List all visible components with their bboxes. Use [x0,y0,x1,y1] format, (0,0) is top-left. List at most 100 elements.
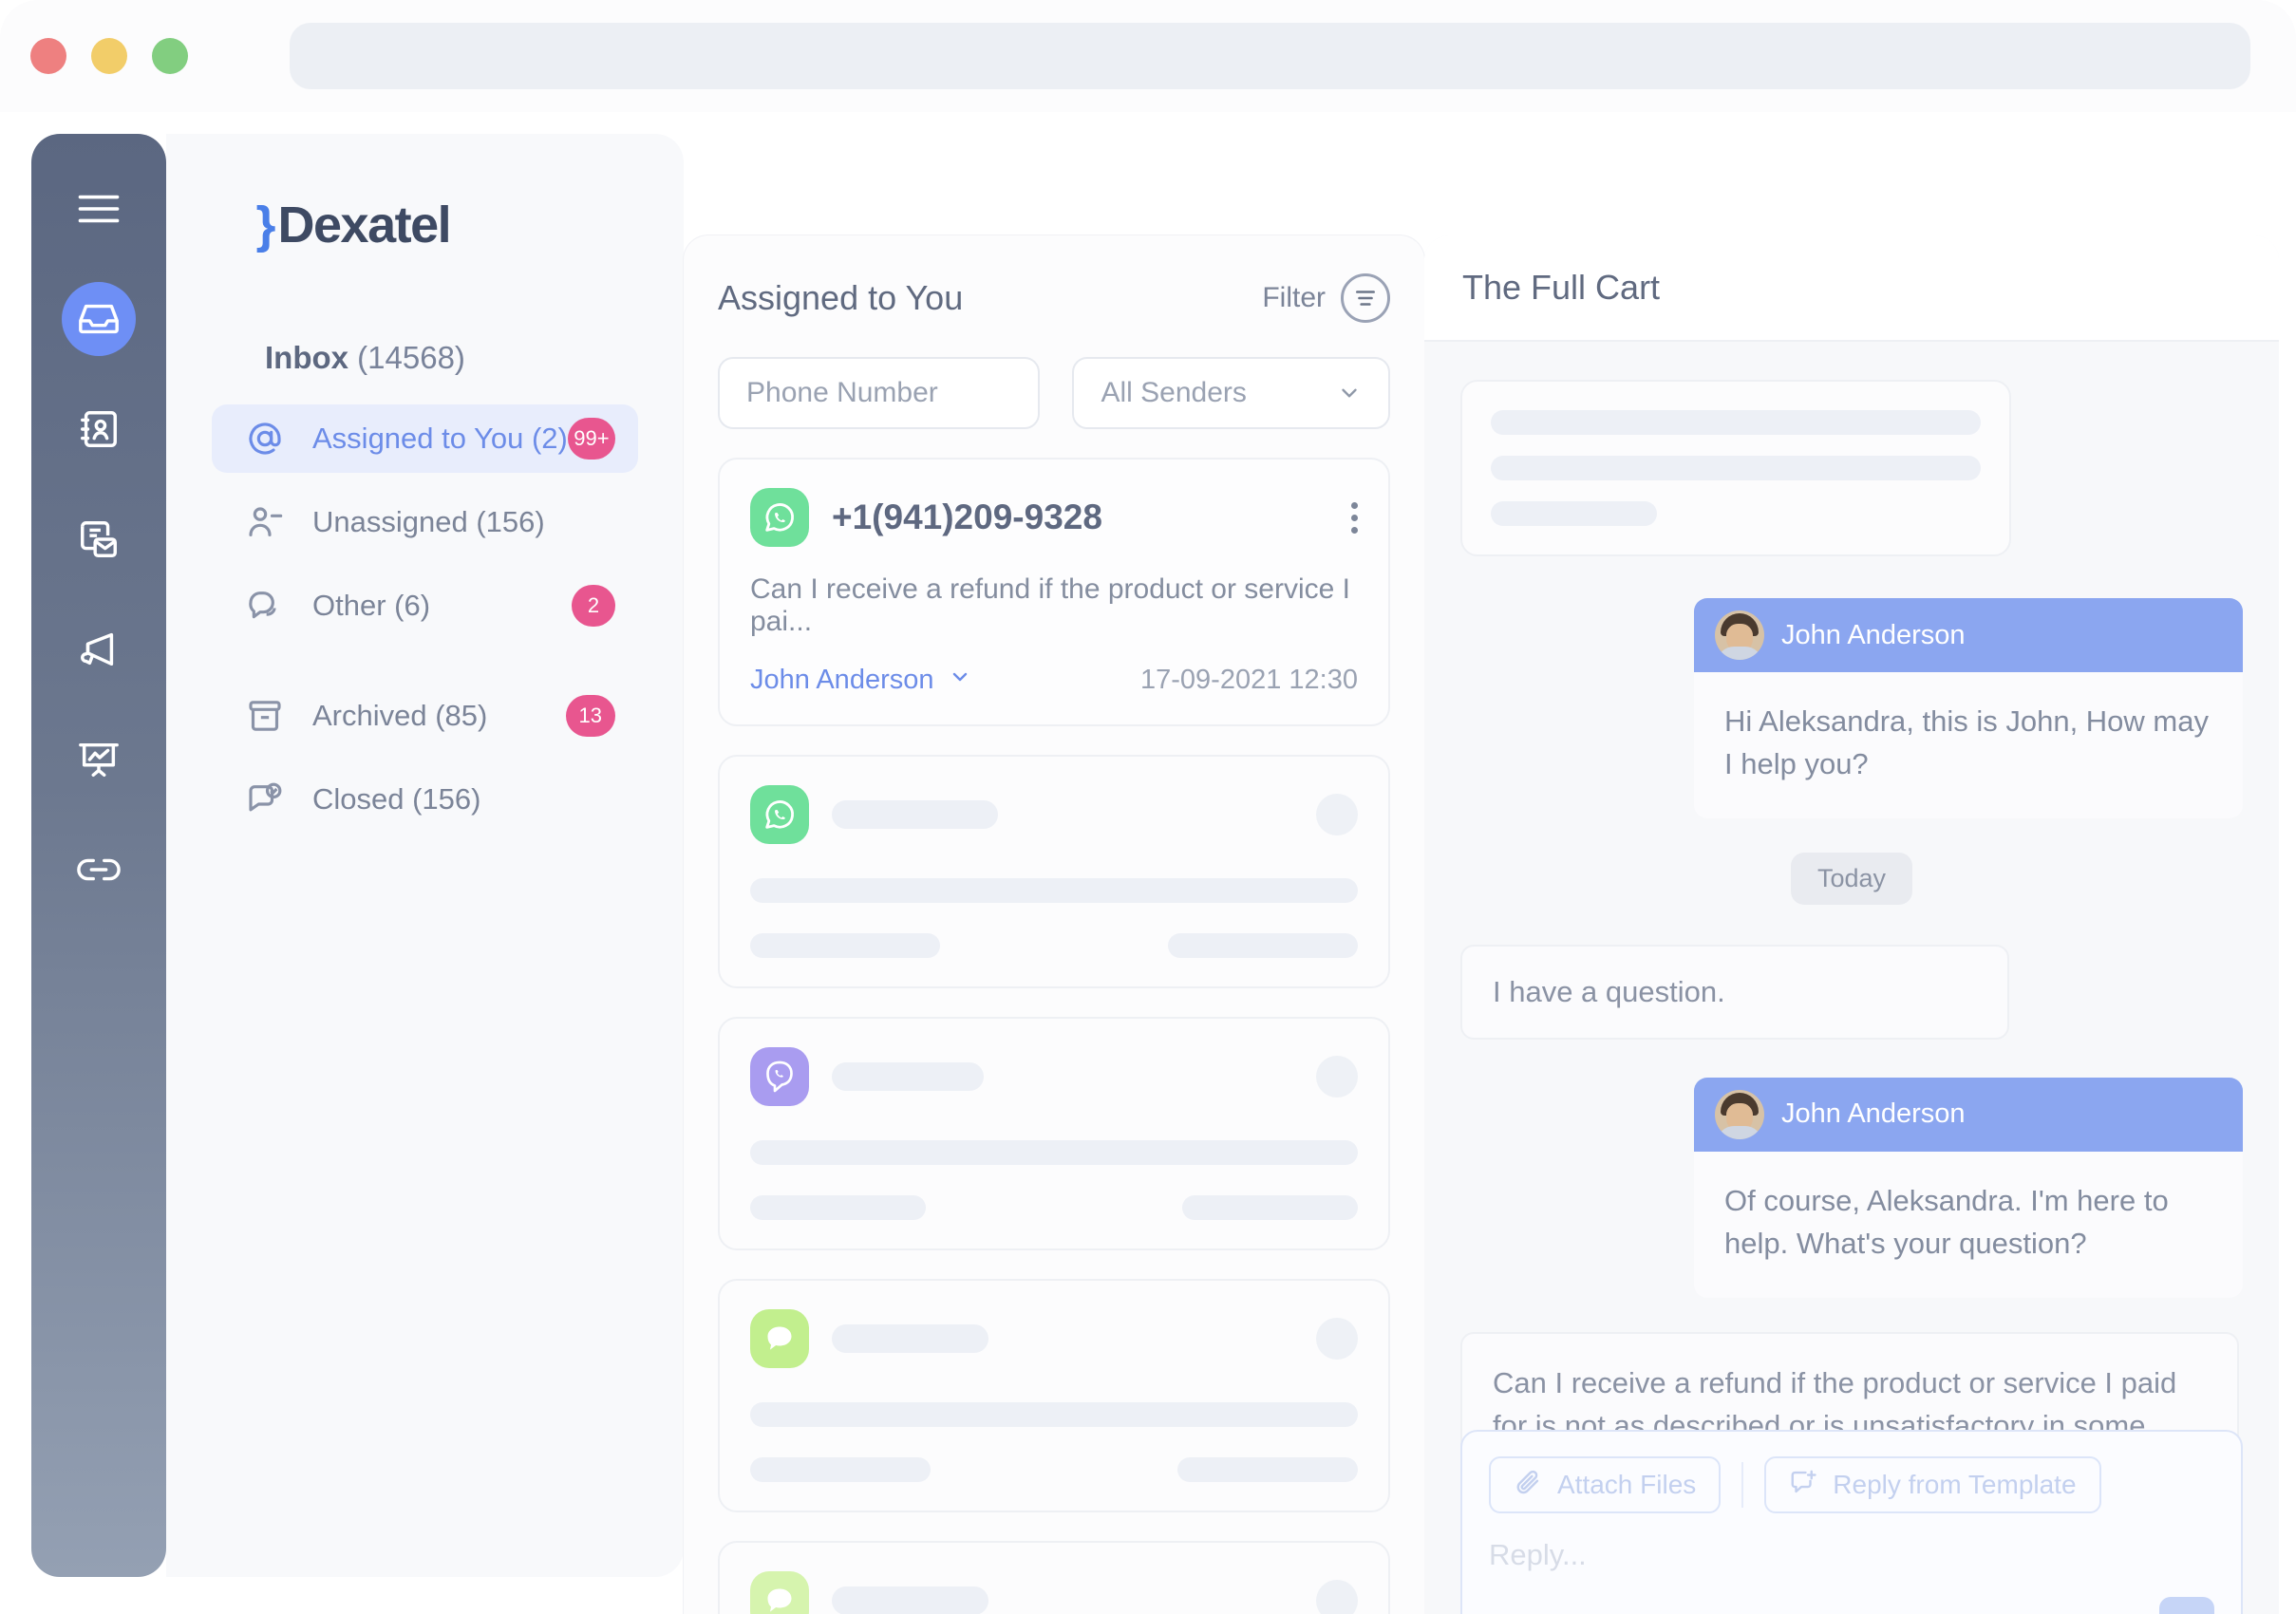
skeleton-bar [832,800,998,829]
message-sender-header: John Anderson [1694,598,2243,672]
avatar [1715,610,1764,660]
conversation-list-panel: Assigned to You Filter Phone Number All … [684,235,1424,1614]
message-skeleton [1460,380,2011,556]
phone-number-placeholder: Phone Number [746,377,938,408]
senders-select[interactable]: All Senders [1072,357,1390,429]
user-minus-icon [242,499,288,545]
skeleton-bar [1491,410,1981,435]
message-text: Hi Aleksandra, this is John, How may I h… [1694,672,2243,818]
mail-templates-icon[interactable] [62,502,136,576]
sidebar-item-unassigned[interactable]: Unassigned (156) [212,488,638,556]
maximize-window-button[interactable] [152,38,188,74]
whatsapp-icon [750,785,809,844]
chat-panel: The Full Cart John Anderson Hi Aleksandr… [1424,235,2279,1614]
conversation-cards: +1(941)209-9328 Can I receive a refund i… [684,429,1424,1614]
app-root: {Dexatel Inbox (14568) Assigned to You (… [0,112,2296,1614]
conversation-list-title: Assigned to You [718,278,964,317]
conversation-card[interactable] [718,1541,1390,1614]
hamburger-icon[interactable] [62,172,136,246]
viber-icon [750,1047,809,1106]
message-sender-header: John Anderson [1694,1077,2243,1152]
icon-rail [31,134,166,1577]
skeleton-bar [1168,933,1358,958]
sidebar-item-label: Archived (85) [312,699,488,732]
reply-composer: Attach Files Reply from Template Reply..… [1460,1430,2243,1614]
conversation-filters: Phone Number All Senders [684,323,1424,429]
conversation-list-header: Assigned to You Filter [684,235,1424,323]
filter-icon[interactable] [1341,273,1390,323]
skeleton-bar [1177,1457,1358,1482]
conversation-card-top [750,1047,1358,1106]
browser-window: {Dexatel Inbox (14568) Assigned to You (… [0,0,2296,1614]
conversation-assignee-name: John Anderson [750,665,934,695]
inbox-heading-label: Inbox [265,340,348,375]
sidebar-item-other[interactable]: Other (6) 2 [212,572,638,640]
minimize-window-button[interactable] [91,38,127,74]
inbox-heading: Inbox (14568) [265,340,638,376]
chevron-down-icon [949,665,971,696]
sms-chat-icon [750,1571,809,1614]
skeleton-bar [1491,501,1657,526]
sidebar-item-badge: 2 [572,585,615,627]
skeleton-bar [750,1402,1358,1427]
skeleton-bar [750,878,1358,903]
conversation-card-top [750,1309,1358,1368]
phone-number-input[interactable]: Phone Number [718,357,1041,429]
conversation-card[interactable] [718,1017,1390,1250]
logo-text: Dexatel [277,197,452,253]
conversation-preview: Can I receive a refund if the product or… [750,573,1350,637]
megaphone-icon[interactable] [62,612,136,686]
skeleton-row [750,1402,1358,1427]
chat-check-icon [242,777,288,822]
conversation-more-menu-icon[interactable] [1351,501,1358,534]
skeleton-row [750,1140,1358,1165]
whatsapp-icon [750,488,809,547]
presentation-chart-icon[interactable] [62,723,136,797]
conversation-card-top: +1(941)209-9328 [750,488,1358,547]
sidebar: {Dexatel Inbox (14568) Assigned to You (… [166,134,684,1577]
sidebar-item-assigned-to-you[interactable]: Assigned to You (2) 99+ [212,404,638,473]
skeleton-row [750,933,1358,958]
paperclip-icon [1514,1468,1542,1503]
conversation-card[interactable] [718,755,1390,988]
sidebar-item-label: Assigned to You (2) [312,422,568,455]
conversation-card[interactable] [718,1279,1390,1512]
message-text: Of course, Aleksandra. I'm here to help.… [1694,1151,2243,1298]
sidebar-item-archived[interactable]: Archived (85) 13 [212,682,638,750]
browser-titlebar [0,0,2296,112]
composer-footer: 6/1000, SMS:1 [1489,1597,2214,1614]
composer-toolbar: Attach Files Reply from Template [1489,1456,2214,1513]
skeleton-bar [750,1195,926,1220]
attach-files-button[interactable]: Attach Files [1489,1456,1722,1513]
skeleton-row [750,1195,1358,1220]
logo-mark-icon: { [257,197,276,253]
reply-input[interactable]: Reply... [1489,1538,2214,1572]
chat-messages: John Anderson Hi Aleksandra, this is Joh… [1424,342,2279,1510]
conversation-assignee-select[interactable]: John Anderson [750,665,971,696]
inbox-heading-count: (14568) [357,340,465,375]
close-window-button[interactable] [30,38,66,74]
skeleton-bar [750,1457,931,1482]
reply-from-template-button[interactable]: Reply from Template [1764,1456,2101,1513]
inbox-icon[interactable] [62,282,136,356]
link-icon[interactable] [62,833,136,907]
skeleton-row [750,878,1358,903]
sidebar-item-label: Closed (156) [312,782,481,816]
conversation-card-footer: John Anderson 17-09-2021 12:30 [750,665,1358,696]
filter-control[interactable]: Filter [1262,273,1390,323]
app-logo: {Dexatel [257,196,638,254]
contacts-book-icon[interactable] [62,392,136,466]
traffic-lights [30,38,188,74]
skeleton-bar [832,1324,988,1353]
skeleton-bar [750,933,940,958]
conversation-card-top [750,1571,1358,1614]
chat-bubbles-icon [242,583,288,629]
url-bar[interactable] [290,23,2250,89]
send-button[interactable] [2159,1597,2214,1614]
conversation-card[interactable]: +1(941)209-9328 Can I receive a refund i… [718,458,1390,726]
sidebar-item-closed[interactable]: Closed (156) [212,765,638,834]
at-sign-icon [242,416,288,461]
template-plus-icon [1789,1468,1817,1503]
sms-chat-icon [750,1309,809,1368]
skeleton-bar [1491,456,1981,480]
